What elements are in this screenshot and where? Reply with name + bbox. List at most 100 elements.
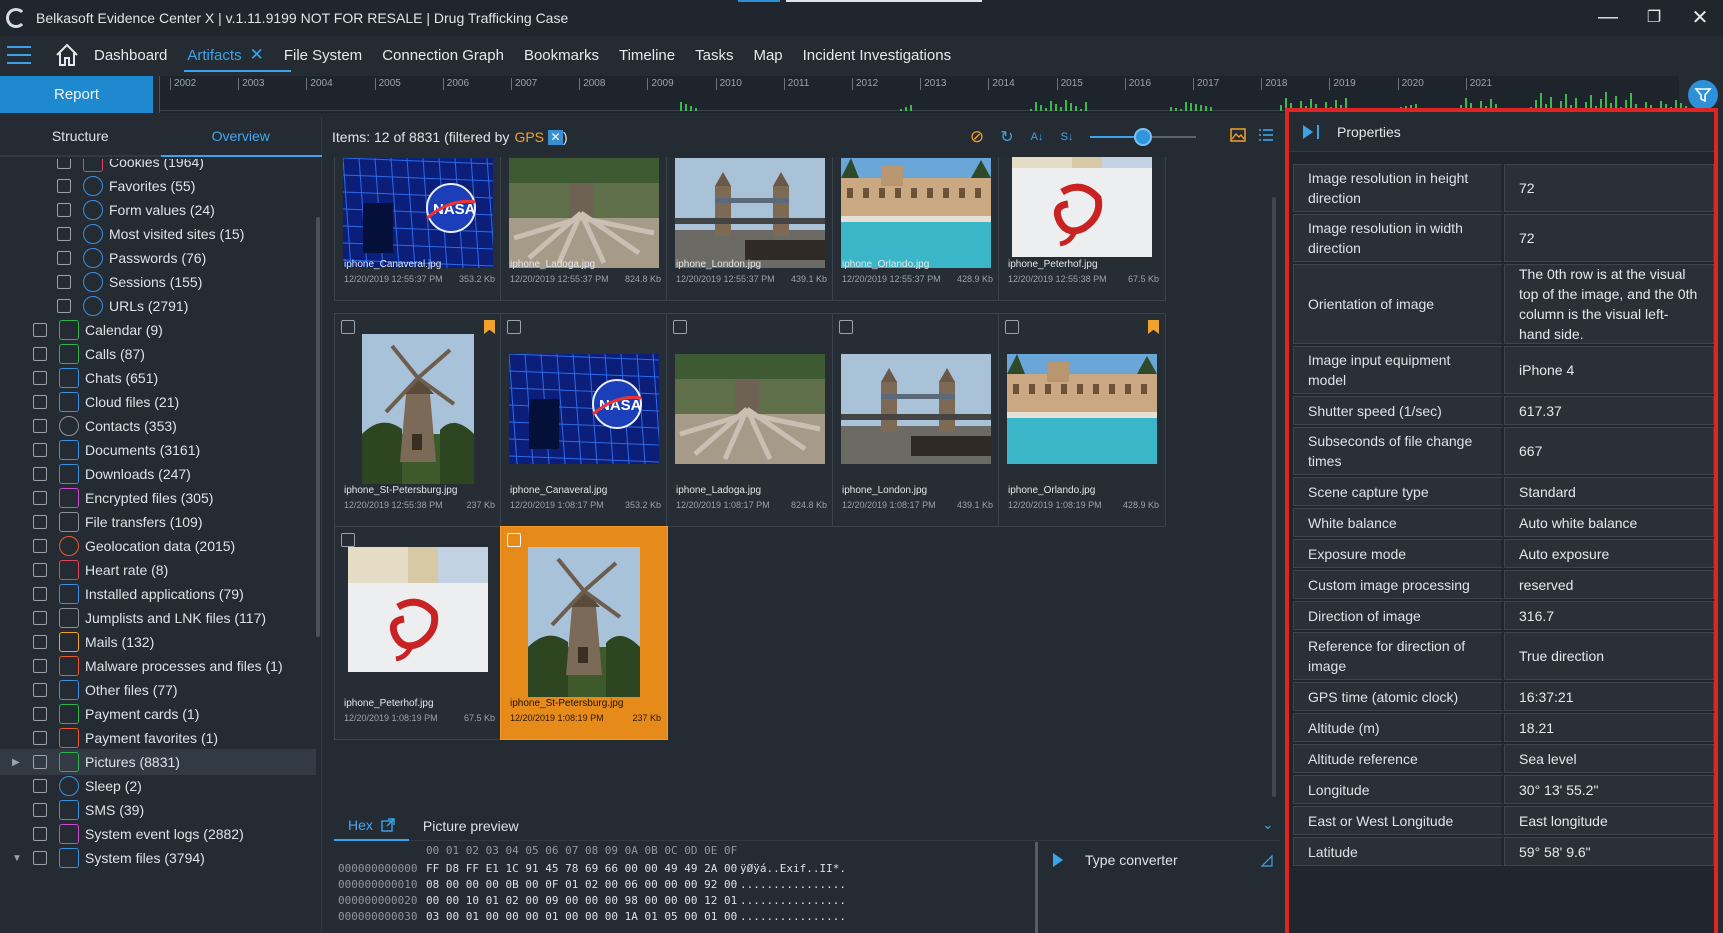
tile-checkbox[interactable] bbox=[507, 320, 521, 334]
tree-checkbox[interactable] bbox=[57, 227, 71, 241]
menu-item-map[interactable]: Map bbox=[750, 36, 785, 74]
tree-checkbox[interactable] bbox=[57, 179, 71, 193]
tree-checkbox[interactable] bbox=[57, 251, 71, 265]
type-converter-panel[interactable]: Type converter bbox=[1040, 840, 1282, 880]
bookmark-icon[interactable] bbox=[1148, 320, 1159, 334]
tree-checkbox[interactable] bbox=[33, 539, 47, 553]
left-scrollbar[interactable] bbox=[316, 217, 320, 637]
menu-item-file-system[interactable]: File System bbox=[281, 36, 365, 74]
tree-item[interactable]: File transfers (109) bbox=[0, 509, 316, 535]
tree-item[interactable]: Mails (132) bbox=[0, 629, 316, 655]
thumbnail-tile[interactable]: iphone_Peterhof.jpg 12/20/2019 1:08:19 PM… bbox=[334, 526, 502, 740]
tree-checkbox[interactable] bbox=[33, 659, 47, 673]
tree-checkbox[interactable] bbox=[33, 755, 47, 769]
property-row[interactable]: White balance Auto white balance bbox=[1293, 508, 1714, 537]
tree-checkbox[interactable] bbox=[33, 587, 47, 601]
zoom-slider[interactable] bbox=[1090, 128, 1196, 146]
tree-checkbox[interactable] bbox=[33, 419, 47, 433]
property-row[interactable]: Latitude 59° 58' 9.6" bbox=[1293, 837, 1714, 866]
thumbnail-view-icon[interactable] bbox=[1230, 127, 1246, 143]
property-row[interactable]: Reference for direction of image True dir… bbox=[1293, 632, 1714, 680]
tree-item[interactable]: Calendar (9) bbox=[0, 317, 316, 343]
thumbnail-tile[interactable]: iphone_Orlando.jpg 12/20/2019 1:08:19 PM 4… bbox=[998, 313, 1166, 527]
tree-checkbox[interactable] bbox=[33, 395, 47, 409]
tree-checkbox[interactable] bbox=[57, 275, 71, 289]
hamburger-menu-icon[interactable] bbox=[7, 46, 31, 64]
tree-checkbox[interactable] bbox=[57, 299, 71, 313]
hex-viewer[interactable]: 00 01 02 03 04 05 06 07 08 09 0A 0B 0C 0… bbox=[334, 840, 1034, 933]
property-row[interactable]: Image resolution in width direction 72 bbox=[1293, 214, 1714, 262]
thumbnail-tile[interactable]: iphone_St-Petersburg.jpg 12/20/2019 12:55… bbox=[334, 313, 502, 527]
tree-checkbox[interactable] bbox=[57, 203, 71, 217]
tree-checkbox[interactable] bbox=[33, 851, 47, 865]
tree-item[interactable]: Downloads (247) bbox=[0, 461, 316, 487]
tree-item[interactable]: Chats (651) bbox=[0, 365, 316, 391]
report-button[interactable]: Report bbox=[0, 76, 153, 113]
tab-hex[interactable]: Hex bbox=[334, 811, 409, 841]
tree-checkbox[interactable] bbox=[33, 515, 47, 529]
property-row[interactable]: Custom image processing reserved bbox=[1293, 570, 1714, 599]
tree-checkbox[interactable] bbox=[33, 491, 47, 505]
tree-checkbox[interactable] bbox=[33, 467, 47, 481]
thumbnail-tile[interactable]: iphone_St-Petersburg.jpg 12/20/2019 1:08:… bbox=[500, 526, 668, 740]
tree-checkbox[interactable] bbox=[33, 323, 47, 337]
bookmark-icon[interactable] bbox=[484, 320, 495, 334]
menu-item-timeline[interactable]: Timeline bbox=[616, 36, 678, 74]
property-row[interactable]: East or West Longitude East longitude bbox=[1293, 806, 1714, 835]
chevron-right-icon[interactable]: ▶ bbox=[12, 757, 20, 768]
tree-checkbox[interactable] bbox=[33, 683, 47, 697]
restore-button[interactable]: ❐ bbox=[1631, 0, 1677, 34]
tree-item[interactable]: Contacts (353) bbox=[0, 413, 316, 439]
menu-item-bookmarks[interactable]: Bookmarks bbox=[521, 36, 602, 74]
tile-checkbox[interactable] bbox=[341, 533, 355, 547]
tree-item[interactable]: Geolocation data (2015) bbox=[0, 533, 316, 559]
tree-item[interactable]: Calls (87) bbox=[0, 341, 316, 367]
filter-icon[interactable] bbox=[1688, 80, 1718, 110]
tree-item[interactable]: Encrypted files (305) bbox=[0, 485, 316, 511]
tile-checkbox[interactable] bbox=[507, 533, 521, 547]
tree-checkbox[interactable] bbox=[33, 611, 47, 625]
chevron-down-icon[interactable]: ▼ bbox=[12, 853, 22, 864]
tree-checkbox[interactable] bbox=[33, 707, 47, 721]
property-row[interactable]: Altitude (m) 18.21 bbox=[1293, 713, 1714, 742]
panel-expand-icon[interactable] bbox=[1053, 853, 1063, 867]
tile-checkbox[interactable] bbox=[839, 320, 853, 334]
thumbnail-tile[interactable]: iphone_Peterhof.jpg 12/20/2019 12:55:38 P… bbox=[998, 157, 1166, 301]
grid-scrollbar[interactable] bbox=[1272, 197, 1276, 797]
tile-checkbox[interactable] bbox=[1005, 320, 1019, 334]
tree-checkbox[interactable] bbox=[57, 159, 71, 169]
tile-checkbox[interactable] bbox=[673, 320, 687, 334]
tree-item[interactable]: Most visited sites (15) bbox=[0, 221, 316, 247]
tree-checkbox[interactable] bbox=[33, 827, 47, 841]
property-row[interactable]: Exposure mode Auto exposure bbox=[1293, 539, 1714, 568]
tab-overview[interactable]: Overview bbox=[161, 117, 322, 155]
close-tab-icon[interactable]: ✕ bbox=[250, 45, 264, 65]
property-row[interactable]: Longitude 30° 13' 55.2" bbox=[1293, 775, 1714, 804]
tree-item[interactable]: Other files (77) bbox=[0, 677, 316, 703]
tab-structure[interactable]: Structure bbox=[0, 117, 161, 155]
tree-item[interactable]: Passwords (76) bbox=[0, 245, 316, 271]
tree-item[interactable]: Heart rate (8) bbox=[0, 557, 316, 583]
tree-checkbox[interactable] bbox=[33, 803, 47, 817]
property-row[interactable]: Altitude reference Sea level bbox=[1293, 744, 1714, 773]
tree-item[interactable]: Payment favorites (1) bbox=[0, 725, 316, 751]
menu-item-connection-graph[interactable]: Connection Graph bbox=[379, 36, 507, 74]
hex-bytes[interactable]: 08 00 00 00 0B 00 0F 01 02 00 06 00 00 0… bbox=[426, 878, 737, 892]
home-icon[interactable] bbox=[53, 41, 81, 69]
close-button[interactable]: ✕ bbox=[1677, 0, 1723, 34]
tree-item[interactable]: SMS (39) bbox=[0, 797, 316, 823]
property-row[interactable]: Subseconds of file change times 667 bbox=[1293, 427, 1714, 475]
tree-checkbox[interactable] bbox=[33, 371, 47, 385]
zoom-knob[interactable] bbox=[1134, 128, 1152, 146]
sort-az-icon[interactable]: A↓ bbox=[1028, 128, 1046, 146]
tree-checkbox[interactable] bbox=[33, 347, 47, 361]
tree-item[interactable]: ▼ System files (3794) bbox=[0, 845, 316, 871]
clear-filter-icon[interactable]: ⊘ bbox=[968, 127, 986, 146]
property-row[interactable]: Direction of image 316.7 bbox=[1293, 601, 1714, 630]
hex-bytes[interactable]: 00 00 10 01 02 00 09 00 00 00 98 00 00 0… bbox=[426, 894, 737, 908]
refresh-icon[interactable]: ↻ bbox=[998, 128, 1016, 146]
tree-item[interactable]: Sleep (2) bbox=[0, 773, 316, 799]
menu-item-tasks[interactable]: Tasks bbox=[692, 36, 736, 74]
property-row[interactable]: Shutter speed (1/sec) 617.37 bbox=[1293, 396, 1714, 425]
property-row[interactable]: Image input equipment model iPhone 4 bbox=[1293, 346, 1714, 394]
